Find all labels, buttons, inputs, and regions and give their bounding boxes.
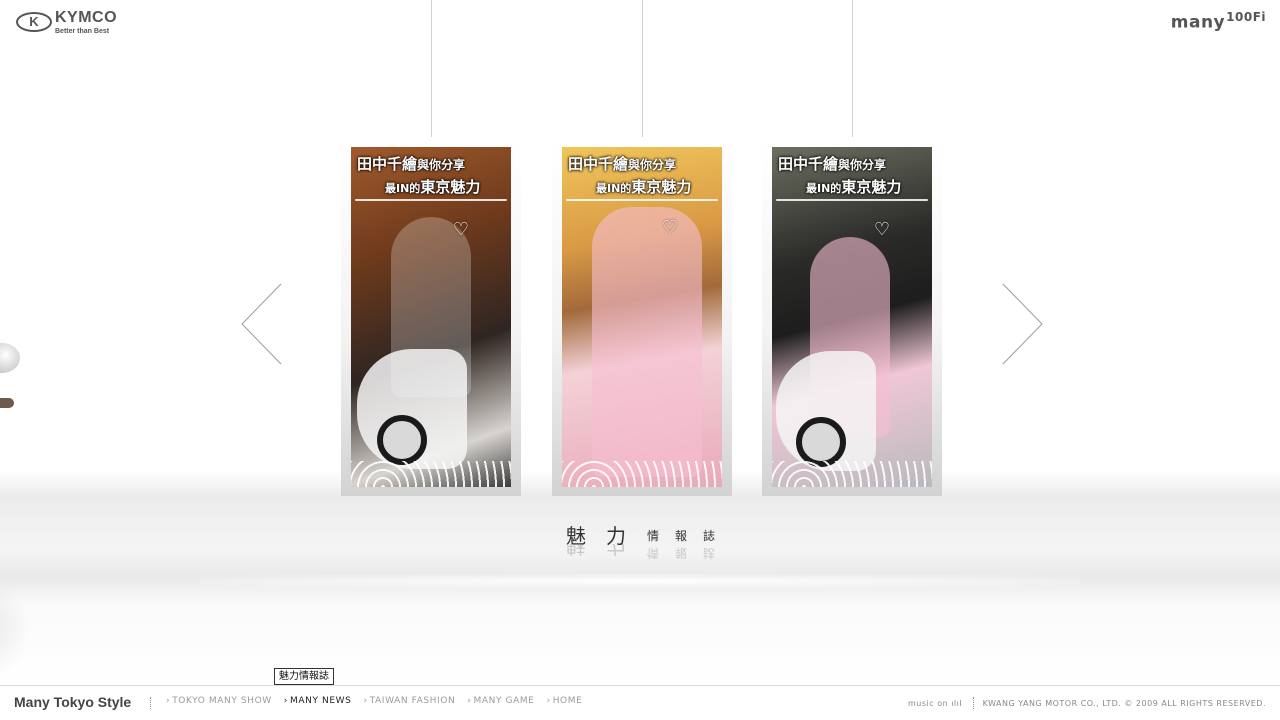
nav-item-many-game[interactable]: › MANY GAME: [467, 696, 534, 706]
chevron-right-icon: ›: [363, 696, 368, 706]
offscreen-scooter-part: [0, 343, 20, 373]
brand-name: many: [1170, 12, 1226, 33]
gallery-frame-2[interactable]: 田中千繪與你分享 最IN的東京魅力 ♡: [552, 138, 732, 496]
kymco-logo[interactable]: K KYMCO Better than Best: [16, 9, 134, 35]
gallery-photo: 田中千繪與你分享 最IN的東京魅力 ♡: [351, 147, 511, 487]
kymco-logo-mark: K: [16, 12, 52, 32]
speech-bubble-line: [566, 199, 718, 201]
doodle-decoration: [351, 461, 511, 487]
kymco-logo-tagline: Better than Best: [55, 28, 110, 35]
gallery-frame-3[interactable]: 田中千繪與你分享 最IN的東京魅力 ♡: [762, 138, 942, 496]
nav-item-tokyo-many-show[interactable]: › TOKYO MANY SHOW: [166, 696, 272, 706]
caption-char: 報: [675, 529, 688, 543]
site-title: Many Tokyo Style: [14, 694, 132, 710]
scooter-shape: [357, 349, 467, 469]
photo-title: 田中千繪與你分享 最IN的東京魅力: [778, 155, 902, 196]
hanging-string: [642, 0, 643, 137]
gallery-photo: 田中千繪與你分享 最IN的東京魅力 ♡: [562, 147, 722, 487]
music-toggle[interactable]: music on ılıl: [908, 699, 962, 708]
nav-item-taiwan-fashion[interactable]: › TAIWAN FASHION: [363, 696, 455, 706]
caption-reflection: 魅 力 情 報 誌: [566, 544, 716, 560]
chevron-right-icon: ›: [283, 696, 288, 706]
scooter-wheel: [796, 417, 846, 467]
hanging-string: [852, 0, 853, 137]
speech-bubble-line: [355, 199, 507, 201]
speech-bubble-line: [776, 199, 928, 201]
hanging-string: [431, 0, 432, 137]
model-figure: [592, 207, 702, 477]
chevron-right-icon: ›: [166, 696, 171, 706]
floor-glow: [200, 574, 1080, 588]
nav-item-many-news[interactable]: › MANY NEWS: [284, 696, 352, 706]
copyright-text: KWANG YANG MOTOR CO., LTD. © 2009 ALL RI…: [982, 699, 1266, 708]
gallery-photo: 田中千繪與你分享 最IN的東京魅力 ♡: [772, 147, 932, 487]
scooter-wheel: [377, 415, 427, 465]
scooter-shape: [776, 351, 876, 471]
footer-nav: › TOKYO MANY SHOW › MANY NEWS › TAIWAN FASH…: [166, 696, 582, 706]
chevron-right-icon: ›: [546, 696, 551, 706]
divider: [150, 697, 152, 709]
many-brand-logo: many100Fi: [1171, 10, 1266, 33]
caption-char: 誌: [703, 529, 716, 543]
brand-model: 100Fi: [1226, 10, 1266, 24]
offscreen-scooter-part: [0, 398, 14, 408]
chevron-right-icon: ›: [467, 696, 472, 706]
caption-char: 情: [647, 529, 660, 543]
photo-title: 田中千繪與你分享 最IN的東京魅力: [568, 155, 692, 196]
next-arrow-icon[interactable]: [1002, 283, 1044, 365]
divider: [973, 697, 975, 709]
footer-bar: Many Tokyo Style › TOKYO MANY SHOW › MANY …: [0, 685, 1280, 720]
nav-item-home[interactable]: › HOME: [546, 696, 582, 706]
heart-icon: ♡: [873, 219, 890, 240]
doodle-decoration: [562, 461, 722, 487]
section-caption: 魅 力 情 報 誌 魅 力 情 報 誌: [564, 520, 724, 560]
nav-tooltip: 魅力情報誌: [274, 668, 334, 685]
gallery-frame-1[interactable]: 田中千繪與你分享 最IN的東京魅力 ♡: [341, 138, 521, 496]
doodle-decoration: [772, 461, 932, 487]
heart-icon: ♡: [661, 217, 678, 238]
kymco-logo-name: KYMCO: [55, 9, 118, 26]
photo-title: 田中千繪與你分享 最IN的東京魅力: [357, 155, 481, 196]
heart-icon: ♡: [452, 219, 469, 240]
previous-arrow-icon[interactable]: [240, 283, 282, 365]
